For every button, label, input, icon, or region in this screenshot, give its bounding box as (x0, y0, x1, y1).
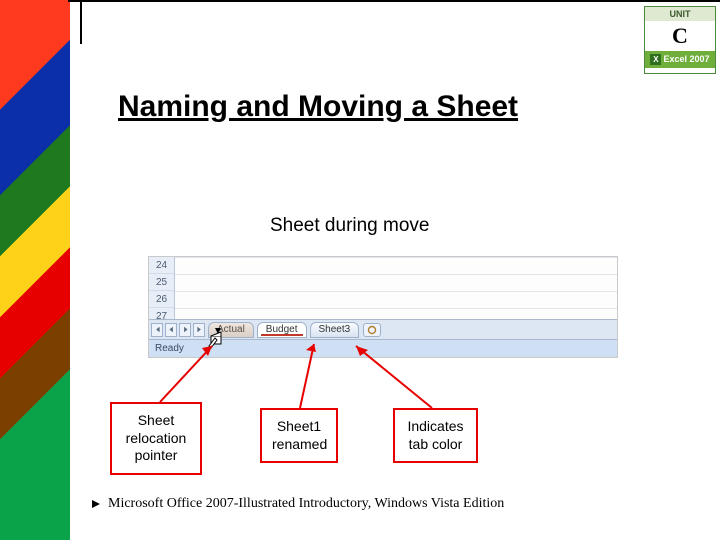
callout-text: Indicates tab color (407, 418, 463, 452)
row-header: 26 (149, 291, 174, 308)
footer: Microsoft Office 2007-Illustrated Introd… (90, 496, 504, 512)
sheet-tab-label: Sheet3 (319, 324, 351, 335)
row-header: 24 (149, 257, 174, 274)
unit-label: UNIT (645, 7, 715, 21)
callout-text: Sheet1 renamed (272, 418, 327, 452)
page-title: Naming and Moving a Sheet (118, 90, 518, 124)
cell-grid (175, 257, 617, 325)
footer-text: Microsoft Office 2007-Illustrated Introd… (108, 496, 504, 512)
new-sheet-button[interactable] (363, 323, 381, 337)
sheet-tab-sheet3[interactable]: Sheet3 (310, 322, 360, 338)
sheet-tab-budget[interactable]: Budget (257, 322, 307, 338)
row-headers: 24 25 26 27 (149, 257, 175, 325)
unit-badge: UNIT C XExcel 2007 (644, 6, 716, 74)
callout-arrow (350, 340, 440, 412)
unit-app: XExcel 2007 (645, 51, 715, 68)
tab-nav-next-icon[interactable] (179, 323, 191, 337)
unit-letter: C (645, 21, 715, 51)
callout-tab-color: Indicates tab color (393, 408, 478, 463)
callout-arrow (150, 340, 220, 410)
tab-nav-last-icon[interactable] (193, 323, 205, 337)
decorative-sidebar (0, 0, 70, 540)
tab-nav-first-icon[interactable] (151, 323, 163, 337)
bullet-icon (90, 498, 102, 510)
frame-edge-horizontal (68, 0, 720, 2)
row-header: 25 (149, 274, 174, 291)
callout-sheet-renamed: Sheet1 renamed (260, 408, 338, 463)
sheet-tab-label: Budget (266, 324, 298, 335)
callout-arrow (294, 340, 334, 412)
tab-nav-prev-icon[interactable] (165, 323, 177, 337)
excel-icon: X (650, 54, 661, 65)
unit-app-text: Excel 2007 (663, 54, 709, 64)
callout-text: Sheet relocation pointer (126, 412, 187, 463)
frame-edge-vertical (68, 0, 82, 44)
page-subtitle: Sheet during move (270, 215, 430, 237)
callout-relocation-pointer: Sheet relocation pointer (110, 402, 202, 475)
